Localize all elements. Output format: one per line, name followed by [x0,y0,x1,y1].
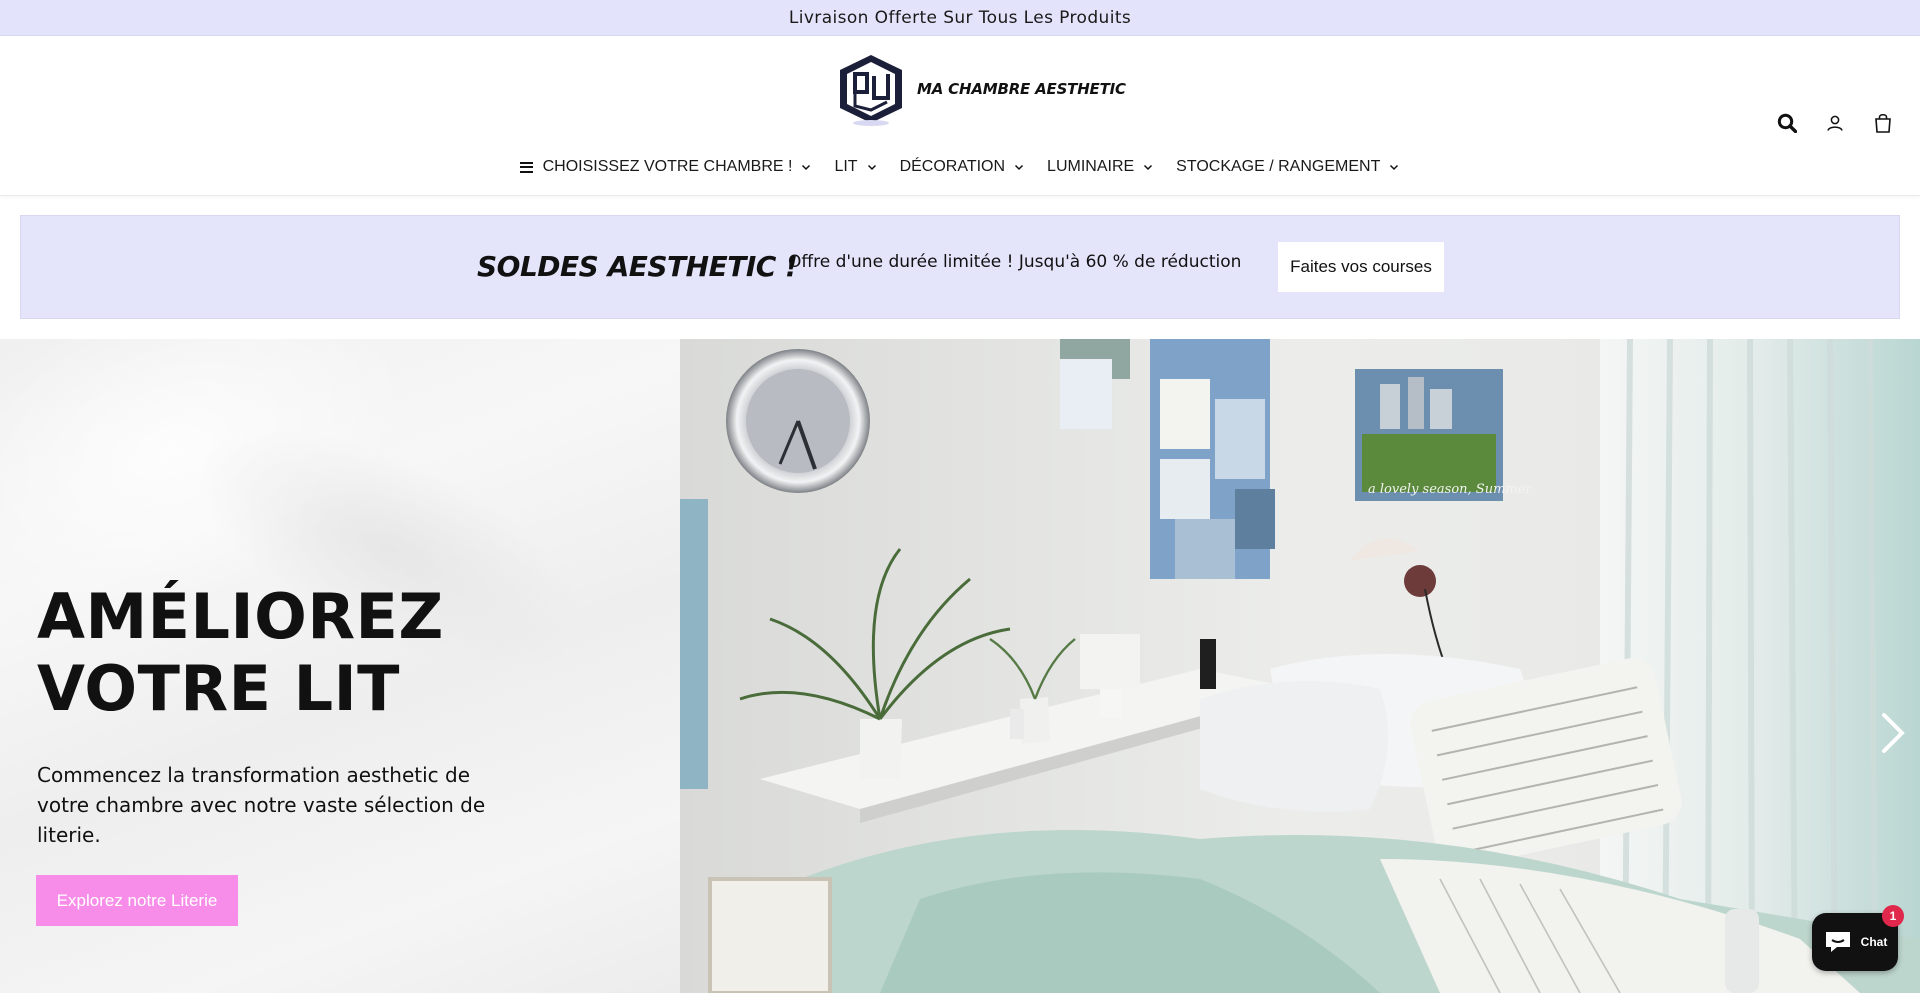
promo-banner: SOLDES AESTHETIC ! Offre d'une durée lim… [20,215,1900,319]
chevron-down-icon [867,164,876,171]
chat-notification-badge: 1 [1882,905,1904,927]
chat-bubble-icon [1825,932,1850,952]
hero-title-line-1: AMÉLIOREZ [37,580,444,653]
announcement-text: Livraison Offerte Sur Tous Les Produits [788,7,1132,28]
nav-item-label: DÉCORATION [899,158,1006,175]
nav-item-label: LIT [834,158,858,175]
nav-item-choisissez-votre-chambre[interactable]: CHOISISSEZ VOTRE CHAMBRE ! [519,158,813,176]
hero-image: a lovely season, Summer [680,339,1920,993]
nav-item-lit[interactable]: LIT [834,158,877,176]
explore-bedding-button[interactable]: Explorez notre Literie [36,875,238,926]
chevron-down-icon [802,164,811,171]
nav-item-label: STOCKAGE / RANGEMENT [1176,158,1381,175]
bedroom-illustration: a lovely season, Summer [680,339,1920,993]
promo-text: Offre d'une durée limitée ! Jusqu'à 60 %… [788,252,1242,272]
hero-text-panel: AMÉLIOREZ VOTRE LIT Commencez la transfo… [0,339,680,993]
brand-logo[interactable]: MA CHAMBRE AESTHETIC [835,52,1126,126]
announcement-bar: Livraison Offerte Sur Tous Les Produits [0,0,1920,36]
brand-logo-icon [835,52,907,126]
site-header: MA CHAMBRE AESTHETIC CHOISISSEZ VOTRE CH… [0,36,1920,196]
brand-name: MA CHAMBRE AESTHETIC [917,80,1126,98]
main-nav: CHOISISSEZ VOTRE CHAMBRE ! LIT DÉCORATIO… [0,158,1920,176]
chat-label: Chat [1860,935,1888,949]
nav-item-label: LUMINAIRE [1047,158,1135,175]
hero-description: Commencez la transformation aesthetic de… [37,763,486,847]
nav-item-luminaire[interactable]: LUMINAIRE [1047,158,1154,176]
nav-item-decoration[interactable]: DÉCORATION [900,158,1025,176]
shop-now-button[interactable]: Faites vos courses [1278,242,1444,292]
promo-title: SOLDES AESTHETIC ! [477,250,798,283]
account-icon[interactable] [1824,112,1846,134]
chevron-down-icon [1015,164,1024,171]
nav-item-stockage-rangement[interactable]: STOCKAGE / RANGEMENT [1176,158,1400,176]
hero-title-line-2: VOTRE LIT [37,652,400,725]
chevron-right-icon[interactable] [1878,711,1908,755]
header-actions [1776,112,1894,134]
cart-icon[interactable] [1872,112,1894,134]
menu-icon [519,161,533,173]
hero-title: AMÉLIOREZ VOTRE LIT [37,581,444,725]
poster-caption: a lovely season, Summer [1368,482,1532,497]
hero-slideshow: AMÉLIOREZ VOTRE LIT Commencez la transfo… [0,339,1920,993]
search-icon[interactable] [1776,112,1798,134]
chat-button[interactable]: Chat 1 [1812,905,1904,971]
nav-item-label: CHOISISSEZ VOTRE CHAMBRE ! [542,158,793,175]
chevron-down-icon [1390,164,1399,171]
chevron-down-icon [1144,164,1153,171]
